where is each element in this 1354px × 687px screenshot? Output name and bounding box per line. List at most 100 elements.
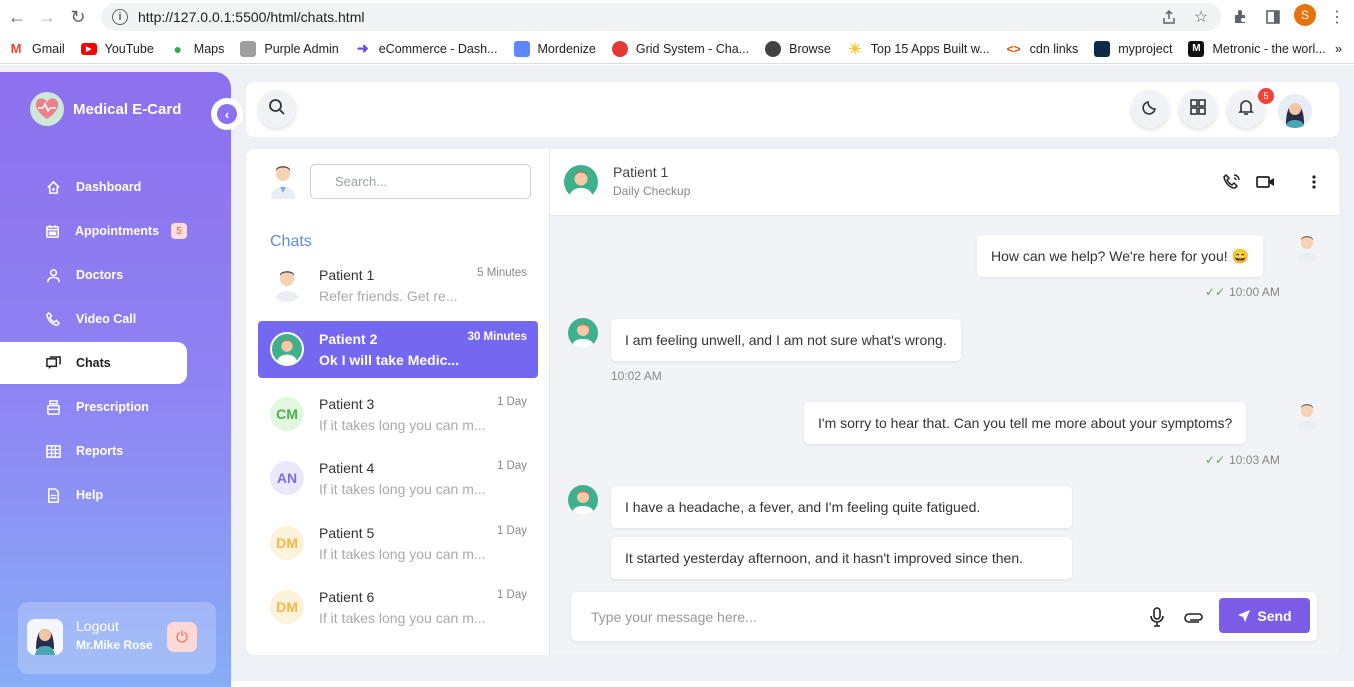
power-icon: ⏻ xyxy=(176,628,188,646)
send-icon xyxy=(1237,609,1251,623)
page-icon xyxy=(240,40,257,57)
bolt-icon: ➜ xyxy=(356,40,369,56)
sidebar-item-video-call[interactable]: Video Call xyxy=(0,298,187,340)
globe-icon xyxy=(765,40,782,57)
info-icon[interactable]: i xyxy=(112,9,128,25)
doctor-avatar xyxy=(1292,233,1322,263)
chat-name: Patient 4 xyxy=(319,460,375,476)
sidebar-item-prescription[interactable]: Prescription xyxy=(0,386,187,428)
search-button[interactable] xyxy=(258,90,296,128)
sidebar-item-doctors[interactable]: Doctors xyxy=(0,254,187,296)
sidebar-item-reports[interactable]: Reports xyxy=(0,430,187,472)
sidebar-item-dashboard[interactable]: Dashboard xyxy=(0,166,187,208)
url-text[interactable]: http://127.0.0.1:5500/html/chats.html xyxy=(138,9,364,25)
brand[interactable]: Medical E-Card xyxy=(30,92,181,126)
chat-name: Patient 1 xyxy=(319,267,375,283)
bookmark-myproject[interactable]: myproject xyxy=(1094,40,1172,57)
myproject-icon xyxy=(1094,40,1111,57)
message-input[interactable] xyxy=(591,606,1111,628)
document-icon xyxy=(45,487,61,503)
microphone-icon[interactable] xyxy=(1147,606,1167,628)
message-time: 10:02 AM xyxy=(611,369,662,383)
message-bubble-incoming: I have a headache, a fever, and I'm feel… xyxy=(611,486,1072,528)
sidebar-item-label: Dashboard xyxy=(76,180,142,194)
sidebar-item-chats[interactable]: Chats xyxy=(0,342,187,384)
bookmark-purple-admin[interactable]: Purple Admin xyxy=(240,40,339,57)
sidepanel-icon[interactable] xyxy=(1262,6,1284,28)
bookmarks-more[interactable]: » xyxy=(1335,42,1342,56)
more-options-icon[interactable] xyxy=(1303,171,1325,193)
code-icon: <> xyxy=(1006,41,1021,56)
contact-status: Daily Checkup xyxy=(613,184,691,198)
star-icon[interactable]: ☆ xyxy=(1190,6,1212,28)
send-button[interactable]: Send xyxy=(1219,598,1310,633)
gmail-icon: M xyxy=(10,41,22,56)
mordenize-icon xyxy=(513,40,530,57)
chat-name: Patient 3 xyxy=(319,396,375,412)
bookmark-cdn-links[interactable]: <> cdn links xyxy=(1006,41,1079,57)
share-icon[interactable] xyxy=(1158,6,1180,28)
doctor-avatar xyxy=(270,268,304,302)
user-icon xyxy=(45,267,61,283)
sidebar-item-label: Video Call xyxy=(76,312,137,326)
chat-time: 5 Minutes xyxy=(477,267,527,279)
attachment-icon[interactable] xyxy=(1183,606,1205,628)
appointments-badge: 5 xyxy=(171,223,187,239)
extensions-icon[interactable] xyxy=(1230,6,1252,28)
message-bubble-incoming: It started yesterday afternoon, and it h… xyxy=(611,537,1072,579)
address-bar[interactable]: i http://127.0.0.1:5500/html/chats.html xyxy=(101,3,1221,31)
sidebar-item-appointments[interactable]: Appointments 5 xyxy=(0,210,187,252)
chat-item-patient-1[interactable]: Patient 1 5 Minutes Refer friends. Get r… xyxy=(258,257,538,314)
dark-mode-toggle[interactable] xyxy=(1131,90,1169,128)
bookmark-metronic[interactable]: M Metronic - the worl... xyxy=(1188,40,1326,57)
notification-badge: 5 xyxy=(1258,88,1274,104)
chat-name: Patient 5 xyxy=(319,525,375,541)
chat-item-patient-6[interactable]: DM Patient 6 1 Day If it takes long you … xyxy=(258,579,538,636)
sidebar-item-help[interactable]: Help xyxy=(0,474,187,516)
apps-button[interactable] xyxy=(1179,90,1217,128)
chat-preview: Refer friends. Get re... xyxy=(319,288,458,304)
bookmark-maps[interactable]: ● Maps xyxy=(170,41,225,57)
chats-icon xyxy=(45,355,61,371)
bookmark-mordenize[interactable]: Mordenize xyxy=(513,40,596,57)
message-time: ✓✓ 10:00 AM xyxy=(1205,285,1280,299)
user-avatar[interactable] xyxy=(1278,94,1312,128)
chat-preview: If it takes long you can m... xyxy=(319,417,486,433)
voice-call-icon[interactable] xyxy=(1221,171,1243,193)
chat-preview: Ok I will take Medic... xyxy=(319,352,460,368)
logout-card: Logout Mr.Mike Rose ⏻ xyxy=(18,602,216,674)
menu-dots-icon[interactable]: ⋮ xyxy=(1326,6,1348,28)
chat-item-patient-2[interactable]: Patient 2 30 Minutes Ok I will take Medi… xyxy=(258,321,538,378)
search-input[interactable] xyxy=(310,164,531,199)
app: Medical E-Card ‹ Dashboard Appointments … xyxy=(0,65,1354,687)
chat-item-patient-3[interactable]: CM Patient 3 1 Day If it takes long you … xyxy=(258,386,538,443)
chat-item-patient-5[interactable]: DM Patient 5 1 Day If it takes long you … xyxy=(258,515,538,572)
bell-icon xyxy=(1237,98,1255,121)
user-name: Mr.Mike Rose xyxy=(76,638,153,652)
double-check-icon: ✓✓ xyxy=(1205,285,1226,299)
bookmark-browse[interactable]: Browse xyxy=(765,40,831,57)
sidebar-item-label: Help xyxy=(76,488,104,502)
bookmark-grid-system[interactable]: Grid System - Cha... xyxy=(611,40,749,57)
heart-logo-icon xyxy=(30,92,64,126)
forward-arrow-icon[interactable]: → xyxy=(36,6,58,28)
bookmark-ecommerce[interactable]: ➜ eCommerce - Dash... xyxy=(355,40,498,57)
power-button[interactable]: ⏻ xyxy=(167,622,197,652)
message-bubble-outgoing: I'm sorry to hear that. Can you tell me … xyxy=(804,402,1247,444)
reload-icon[interactable]: ↻ xyxy=(67,6,89,28)
bookmark-youtube[interactable]: ▶ YouTube xyxy=(80,42,154,56)
profile-avatar[interactable]: S xyxy=(1294,4,1316,26)
back-arrow-icon[interactable]: ← xyxy=(6,6,28,28)
logout-label[interactable]: Logout xyxy=(76,618,119,634)
bookmark-gmail[interactable]: M Gmail xyxy=(8,41,65,57)
table-icon xyxy=(45,443,61,459)
grid-system-icon xyxy=(611,40,628,57)
home-icon xyxy=(45,179,61,195)
video-call-icon[interactable] xyxy=(1255,171,1277,193)
collapse-sidebar-button[interactable]: ‹ xyxy=(211,98,243,130)
patient-avatar xyxy=(564,165,598,199)
bookmark-top-15-apps[interactable]: ☀ Top 15 Apps Built w... xyxy=(847,41,990,58)
chat-item-patient-4[interactable]: AN Patient 4 1 Day If it takes long you … xyxy=(258,450,538,507)
patient-avatar xyxy=(568,485,598,515)
sidebar-item-label: Prescription xyxy=(76,400,149,414)
